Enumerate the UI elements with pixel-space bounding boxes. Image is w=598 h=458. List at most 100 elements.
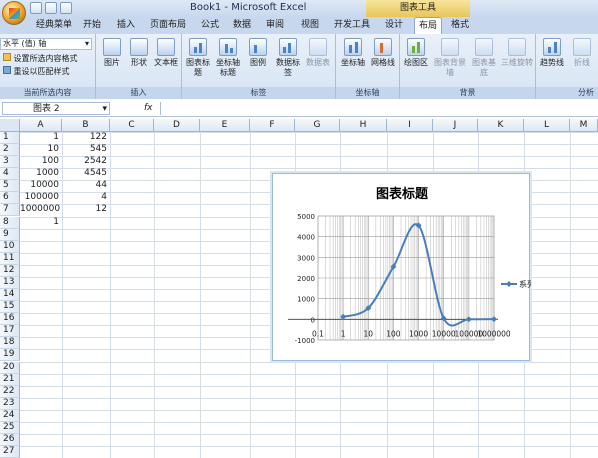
3d-rotation-button[interactable]: 三维旋转 [500,36,534,68]
tab-2[interactable]: 插入 [114,17,138,34]
row-header-7[interactable]: 7 [0,204,20,217]
cell-A2[interactable]: 10 [20,144,62,156]
row-header-23[interactable]: 23 [0,397,20,410]
format-selection-label: 设置所选内容格式 [13,54,78,63]
tab-1[interactable]: 开始 [80,17,104,34]
shapes-button[interactable]: 形状 [125,36,153,68]
chart-elements-dropdown[interactable]: 水平 (值) 轴 ▾ [0,38,92,50]
row-header-17[interactable]: 17 [0,325,20,338]
tab-4[interactable]: 公式 [198,17,222,34]
legend-label[interactable]: 系列1 [519,279,531,289]
row-header-21[interactable]: 21 [0,373,20,386]
column-header-J[interactable]: J [433,119,478,132]
chart-object[interactable]: 图表标题 -1000 0 1000 2000 3000 4000 5000 0.1 1 10 100… [272,173,531,361]
cell-B2[interactable]: 545 [62,144,110,156]
row-header-3[interactable]: 3 [0,156,20,169]
column-header-I[interactable]: I [387,119,433,132]
row-header-18[interactable]: 18 [0,337,20,350]
row-header-10[interactable]: 10 [0,240,20,253]
tab-9[interactable]: 设计 [382,17,406,34]
tab-6[interactable]: 审阅 [263,17,287,34]
legend-button[interactable]: 图例 [244,36,272,68]
row-header-1[interactable]: 1 [0,132,20,144]
tab-10[interactable]: 布局 [414,17,442,34]
cell-A5[interactable]: 10000 [20,180,62,192]
cell-A4[interactable]: 1000 [20,168,62,180]
cell-A1[interactable]: 1 [20,132,62,144]
row-header-8[interactable]: 8 [0,216,20,229]
tab-7[interactable]: 视图 [298,17,322,34]
row-header-22[interactable]: 22 [0,385,20,398]
cell-A3[interactable]: 100 [20,156,62,168]
undo-icon[interactable] [45,2,57,14]
data-labels-button[interactable]: 数据标签 [274,36,302,78]
row-header-4[interactable]: 4 [0,168,20,181]
row-header-27[interactable]: 27 [0,446,20,458]
redo-icon[interactable] [60,2,72,14]
gridlines-button[interactable]: 网格线 [369,36,397,68]
row-header-9[interactable]: 9 [0,228,20,241]
row-header-25[interactable]: 25 [0,421,20,434]
row-header-11[interactable]: 11 [0,252,20,265]
title-bar: Book1 - Microsoft Excel 图表工具 [0,0,598,17]
select-all-corner[interactable] [0,119,20,132]
row-header-19[interactable]: 19 [0,349,20,362]
row-header-13[interactable]: 13 [0,276,20,289]
cell-A7[interactable]: 1000000 [20,204,62,216]
column-header-M[interactable]: M [570,119,598,132]
column-header-D[interactable]: D [154,119,200,132]
row-header-20[interactable]: 20 [0,361,20,374]
lines-button[interactable]: 折线 [568,36,596,68]
save-icon[interactable] [30,2,42,14]
cell-B5[interactable]: 44 [62,180,110,192]
format-selection-button[interactable]: 设置所选内容格式 [3,53,78,64]
column-header-A[interactable]: A [20,119,62,132]
column-header-H[interactable]: H [340,119,387,132]
row-header-14[interactable]: 14 [0,289,20,302]
tab-0[interactable]: 经典菜单 [32,17,76,34]
column-header-C[interactable]: C [110,119,154,132]
name-box[interactable]: 图表 2 ▾ [2,102,110,115]
plot-area-button[interactable]: 绘图区 [402,36,430,68]
row-header-5[interactable]: 5 [0,180,20,193]
row-header-24[interactable]: 24 [0,409,20,422]
formula-input[interactable] [160,102,596,115]
chart-title[interactable]: 图表标题 [376,186,429,202]
cell-B3[interactable]: 2542 [62,156,110,168]
row-header-26[interactable]: 26 [0,434,20,446]
picture-button[interactable]: 图片 [98,36,126,68]
cell-B7[interactable]: 12 [62,204,110,216]
data-table-button[interactable]: 数据表 [304,36,332,68]
column-header-F[interactable]: F [250,119,295,132]
cell-A6[interactable]: 100000 [20,192,62,204]
column-header-G[interactable]: G [295,119,340,132]
tab-8[interactable]: 开发工具 [332,17,372,34]
row-header-15[interactable]: 15 [0,301,20,314]
row-header-2[interactable]: 2 [0,144,20,157]
tab-3[interactable]: 页面布局 [148,17,188,34]
chart-wall-button[interactable]: 图表背景墙 [432,36,468,78]
cell-A8[interactable]: 1 [20,217,62,229]
tab-5[interactable]: 数据 [230,17,254,34]
reset-style-button[interactable]: 重设以匹配样式 [3,66,70,77]
column-header-L[interactable]: L [524,119,570,132]
row-header-12[interactable]: 12 [0,264,20,277]
quick-access-toolbar [30,2,72,14]
axes-button[interactable]: 坐标轴 [339,36,367,68]
chart-floor-button[interactable]: 图表基底 [470,36,498,78]
trendline-button[interactable]: 趋势线 [538,36,566,68]
office-button[interactable] [2,1,26,25]
cell-B4[interactable]: 4545 [62,168,110,180]
column-header-E[interactable]: E [200,119,250,132]
row-header-16[interactable]: 16 [0,313,20,326]
chart-title-button[interactable]: 图表标题 [184,36,212,78]
insert-function-icon[interactable]: fx [144,103,153,113]
textbox-button[interactable]: 文本框 [152,36,180,68]
cell-B6[interactable]: 4 [62,192,110,204]
cell-B1[interactable]: 122 [62,132,110,144]
row-header-6[interactable]: 6 [0,192,20,205]
column-header-B[interactable]: B [62,119,110,132]
tab-11[interactable]: 格式 [448,17,472,34]
axis-title-button[interactable]: 坐标轴标题 [214,36,242,78]
column-header-K[interactable]: K [478,119,524,132]
